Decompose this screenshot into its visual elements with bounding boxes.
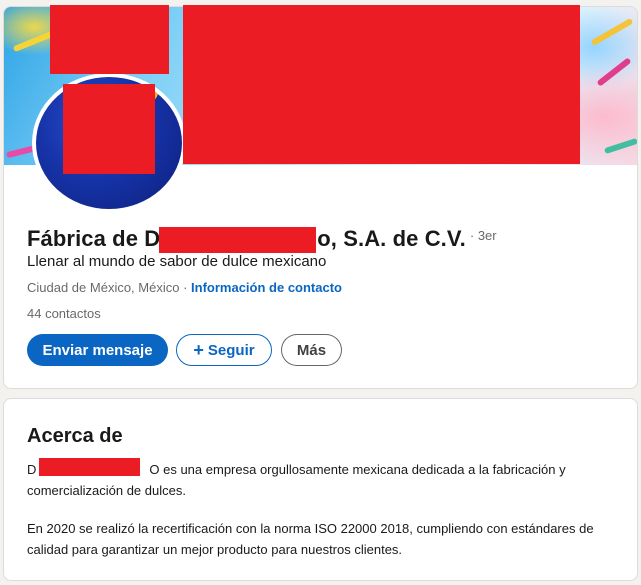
about-paragraph-1-start: D bbox=[27, 462, 37, 477]
banner-decoration bbox=[596, 57, 632, 87]
banner-decoration bbox=[603, 137, 637, 155]
connections-count[interactable]: 44 contactos bbox=[27, 306, 101, 321]
location-text: Ciudad de México, México bbox=[27, 280, 180, 295]
plus-icon: + bbox=[193, 340, 204, 360]
more-button[interactable]: Más bbox=[281, 334, 342, 366]
location-separator: · bbox=[179, 280, 192, 295]
about-title: Acerca de bbox=[27, 425, 123, 447]
send-message-button[interactable]: Enviar mensaje bbox=[27, 334, 168, 366]
location-row: Ciudad de México, México · Información d… bbox=[27, 280, 342, 295]
follow-button[interactable]: + Seguir bbox=[176, 334, 272, 366]
profile-headline: Llenar al mundo de sabor de dulce mexica… bbox=[27, 253, 327, 270]
redaction-box bbox=[39, 458, 140, 476]
banner-decoration bbox=[590, 17, 634, 47]
connection-degree: · 3er bbox=[469, 228, 497, 243]
redaction-box bbox=[183, 5, 580, 164]
follow-label: Seguir bbox=[207, 341, 255, 359]
redaction-box bbox=[50, 5, 169, 74]
company-name-start: Fábrica de D bbox=[27, 226, 161, 251]
about-paragraph-2: En 2020 se realizó la recertificación co… bbox=[27, 521, 594, 557]
contact-info-link[interactable]: Información de contacto bbox=[191, 280, 342, 295]
redaction-box bbox=[159, 227, 316, 253]
redaction-box bbox=[63, 84, 155, 174]
company-name-end: o, S.A. de C.V. bbox=[317, 226, 466, 251]
